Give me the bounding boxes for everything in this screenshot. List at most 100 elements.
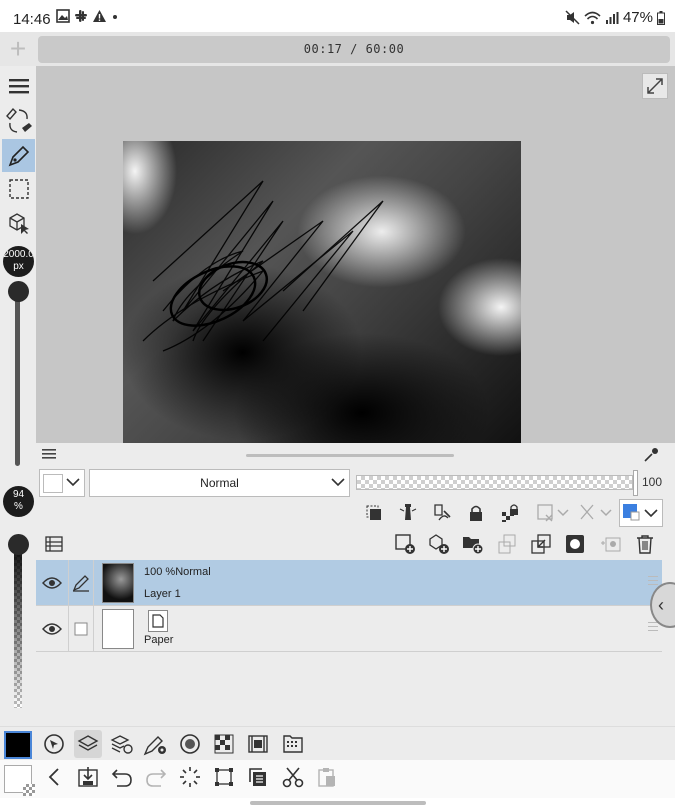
cut-icon[interactable] bbox=[279, 763, 307, 791]
warning-icon bbox=[92, 9, 107, 23]
layer-name: Paper bbox=[144, 634, 174, 646]
layer-row-layer-1[interactable]: 100 %Normal Layer 1 bbox=[36, 560, 662, 606]
drawing-canvas[interactable] bbox=[123, 141, 521, 443]
new-folder-icon[interactable] bbox=[459, 530, 487, 558]
home-indicator[interactable] bbox=[250, 801, 426, 805]
merge-down-icon[interactable] bbox=[493, 530, 521, 558]
pen-eraser-switch-icon[interactable] bbox=[2, 104, 35, 137]
paste-icon[interactable] bbox=[313, 763, 341, 791]
expand-icon[interactable] bbox=[642, 73, 668, 99]
chevron-left-icon: ‹ bbox=[658, 595, 664, 615]
material-palette-icon[interactable] bbox=[279, 730, 307, 758]
delete-layer-icon[interactable] bbox=[631, 530, 659, 558]
layer-opacity-value: 100 bbox=[642, 475, 663, 489]
pen-edit-target-icon[interactable] bbox=[68, 560, 94, 606]
lock-layer-icon[interactable] bbox=[462, 499, 490, 527]
layer-opacity-slider-handle[interactable] bbox=[633, 470, 638, 496]
layer-properties-row: Normal 100 bbox=[36, 467, 675, 499]
panel-drag-handle[interactable] bbox=[246, 454, 454, 457]
layer-list-view-icon[interactable] bbox=[40, 530, 68, 558]
wifi-icon bbox=[584, 11, 601, 25]
brush-size-unit: px bbox=[13, 261, 24, 272]
layer-panel-header bbox=[36, 443, 675, 465]
visibility-eye-icon[interactable] bbox=[40, 617, 64, 641]
brush-opacity-slider[interactable] bbox=[14, 536, 22, 708]
brush-size-slider[interactable] bbox=[15, 284, 20, 466]
brush-size-badge[interactable]: 2000.0 px bbox=[3, 246, 34, 277]
reference-layer-icon[interactable] bbox=[394, 499, 422, 527]
object-tool-icon[interactable] bbox=[2, 206, 35, 239]
sub-tool-settings-icon[interactable] bbox=[142, 730, 170, 758]
color-wheel-icon[interactable] bbox=[176, 730, 204, 758]
visibility-eye-icon[interactable] bbox=[40, 571, 64, 595]
transform-icon[interactable] bbox=[210, 763, 238, 791]
main-color-swatch[interactable] bbox=[4, 731, 32, 759]
new-vector-layer-icon[interactable] bbox=[425, 530, 453, 558]
palette-toolbar bbox=[0, 726, 675, 760]
menu-icon[interactable] bbox=[2, 69, 35, 102]
layer-drag-handle[interactable] bbox=[648, 622, 658, 634]
mute-icon bbox=[565, 10, 580, 25]
layer-thumbnail bbox=[102, 609, 134, 649]
tool-property-icon[interactable] bbox=[40, 730, 68, 758]
new-raster-layer-icon[interactable] bbox=[391, 530, 419, 558]
animation-timeline-icon[interactable] bbox=[244, 730, 272, 758]
add-icon[interactable]: + bbox=[4, 35, 32, 64]
selection-tool-icon[interactable] bbox=[2, 172, 35, 205]
chevron-down-icon bbox=[66, 477, 80, 487]
brush-opacity-value: 94 bbox=[12, 489, 25, 500]
top-bar: + 00:17 / 60:00 bbox=[0, 32, 675, 66]
layer-list: 100 %Normal Layer 1 Paper bbox=[36, 560, 662, 652]
canvas-area[interactable] bbox=[36, 66, 675, 443]
layer-name: Layer 1 bbox=[144, 588, 181, 600]
chevron-down-icon bbox=[331, 477, 345, 487]
color-set-icon[interactable] bbox=[210, 730, 238, 758]
panel-menu-icon[interactable] bbox=[42, 449, 56, 459]
sub-color-swatch[interactable] bbox=[4, 765, 35, 796]
layer-opacity-slider[interactable] bbox=[356, 475, 633, 490]
signal-icon bbox=[605, 11, 619, 25]
brush-size-slider-knob[interactable] bbox=[8, 281, 29, 302]
layers-panel-icon[interactable] bbox=[74, 730, 102, 758]
clip-to-layer-below-icon[interactable] bbox=[360, 499, 388, 527]
draft-layer-icon[interactable] bbox=[428, 499, 456, 527]
left-toolbar: 2000.0 px 94 % bbox=[0, 66, 36, 726]
layer-color-picker[interactable] bbox=[39, 469, 85, 497]
blend-mode-value: Normal bbox=[200, 476, 239, 490]
eyedropper-icon[interactable] bbox=[643, 447, 659, 463]
transfer-to-layer-below-icon[interactable] bbox=[527, 530, 555, 558]
gallery-icon bbox=[56, 9, 70, 23]
create-layer-mask-icon[interactable] bbox=[561, 530, 589, 558]
timelapse-timer: 00:17 / 60:00 bbox=[38, 36, 670, 63]
ruler-dropdown-icon[interactable] bbox=[577, 499, 615, 527]
layer-actions-toolbar bbox=[36, 530, 675, 562]
edit-target-checkbox[interactable] bbox=[68, 606, 94, 652]
brush-size-value: 2000.0 bbox=[3, 249, 34, 260]
redo-icon[interactable] bbox=[142, 763, 170, 791]
undo-icon[interactable] bbox=[108, 763, 136, 791]
brush-opacity-badge[interactable]: 94 % bbox=[3, 486, 34, 517]
back-icon[interactable] bbox=[40, 763, 68, 791]
save-icon[interactable] bbox=[74, 763, 102, 791]
layer-property-icon[interactable] bbox=[108, 730, 136, 758]
layer-color-swatch bbox=[43, 474, 63, 493]
pen-tool-icon[interactable] bbox=[2, 139, 35, 172]
slack-icon bbox=[74, 9, 88, 23]
brush-opacity-unit: % bbox=[14, 501, 23, 512]
blend-mode-select[interactable]: Normal bbox=[89, 469, 350, 497]
notification-icons bbox=[56, 9, 119, 23]
layer-settings-toolbar bbox=[36, 499, 675, 531]
status-time: 14:46 bbox=[13, 11, 51, 28]
lock-transparent-pixels-icon[interactable] bbox=[496, 499, 524, 527]
layer-row-paper[interactable]: Paper bbox=[36, 606, 662, 652]
loading-spinner-icon[interactable] bbox=[176, 763, 204, 791]
apply-mask-icon[interactable] bbox=[597, 530, 625, 558]
layer-opacity-mode: 100 %Normal bbox=[144, 566, 211, 578]
brush-opacity-slider-knob[interactable] bbox=[8, 534, 29, 555]
mask-dropdown-icon[interactable] bbox=[534, 499, 572, 527]
copy-icon[interactable] bbox=[244, 763, 272, 791]
dot-icon bbox=[111, 9, 119, 23]
layer-thumbnail bbox=[102, 563, 134, 603]
command-bar bbox=[0, 760, 675, 798]
layer-color-dropdown[interactable] bbox=[619, 499, 663, 527]
